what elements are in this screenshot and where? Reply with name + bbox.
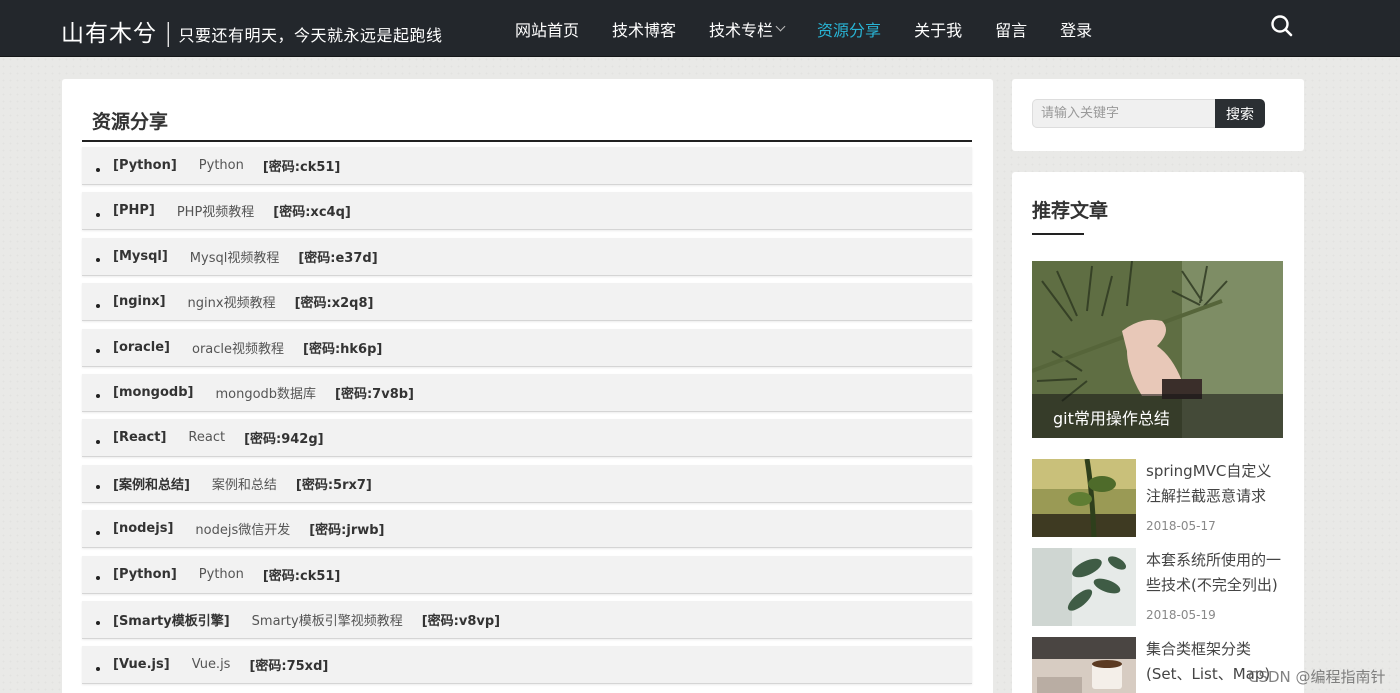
- resource-item[interactable]: [oracle] oracle视频教程 [密码:hk6p]: [82, 328, 972, 367]
- recommended-item[interactable]: 本套系统所使用的一些技术(不完全列出) 2018-05-19: [1032, 548, 1292, 628]
- chevron-down-icon: [775, 21, 786, 32]
- bullet-icon: [96, 621, 100, 626]
- recommended-title: 推荐文章: [1032, 200, 1109, 222]
- site-name: 山有木兮: [61, 21, 157, 47]
- nav-item-home[interactable]: 网站首页: [515, 17, 579, 41]
- article-thumbnail: [1032, 548, 1136, 626]
- resources-panel: 资源分享 [Python] Python [密码:ck51] [PHP] PHP视频教…: [62, 79, 993, 693]
- resource-item[interactable]: [mongodb] mongodb数据库 [密码:7v8b]: [82, 373, 972, 412]
- nav-item-about[interactable]: 关于我: [914, 17, 962, 41]
- recommended-articles-card: 推荐文章 git常用操作总结 springMVC自定义注解拦截恶意请求 2018…: [1012, 172, 1304, 693]
- article-date: 2018-05-19: [1146, 608, 1216, 622]
- resource-list: [Python] Python [密码:ck51] [PHP] PHP视频教程 [密码:…: [82, 147, 972, 692]
- nav-item-message[interactable]: 留言: [995, 17, 1027, 41]
- resource-item[interactable]: [Smarty模板引擎] Smarty模板引擎视频教程 [密码:v8vp]: [82, 600, 972, 639]
- resource-item[interactable]: [nodejs] nodejs微信开发 [密码:jrwb]: [82, 510, 972, 549]
- resource-item[interactable]: [Vue.js] Vue.js [密码:75xd]: [82, 646, 972, 685]
- resource-item[interactable]: [nginx] nginx视频教程 [密码:x2q8]: [82, 283, 972, 322]
- resource-item[interactable]: [Mysql] Mysql视频教程 [密码:e37d]: [82, 237, 972, 276]
- title-divider: [82, 140, 972, 142]
- main-nav: 网站首页 技术博客 技术专栏 资源分享 关于我 留言 登录: [515, 0, 1125, 57]
- featured-caption: git常用操作总结: [1032, 394, 1283, 438]
- title-underline: [1032, 233, 1084, 235]
- bullet-icon: [96, 576, 100, 581]
- bullet-icon: [96, 394, 100, 399]
- bullet-icon: [96, 303, 100, 308]
- sidebar-search-card: 搜索: [1012, 79, 1304, 151]
- bullet-icon: [96, 212, 100, 217]
- article-thumbnail: [1032, 459, 1136, 537]
- bullet-icon: [96, 485, 100, 490]
- search-icon[interactable]: [1270, 14, 1294, 38]
- bullet-icon: [96, 530, 100, 535]
- top-navbar: 山有木兮 | 只要还有明天，今天就永远是起跑线 网站首页 技术博客 技术专栏 资…: [0, 0, 1400, 57]
- article-date: 2018-05-17: [1146, 519, 1216, 533]
- resource-item[interactable]: [案例和总结] 案例和总结 [密码:5rx7]: [82, 464, 972, 503]
- nav-item-resources[interactable]: 资源分享: [817, 17, 881, 41]
- page-title: 资源分享: [92, 111, 169, 133]
- article-title[interactable]: springMVC自定义注解拦截恶意请求: [1146, 459, 1282, 509]
- watermark: CSDN @编程指南针: [1248, 668, 1386, 686]
- bullet-icon: [96, 167, 100, 172]
- nav-item-columns[interactable]: 技术专栏: [709, 17, 786, 41]
- site-slogan: 只要还有明天，今天就永远是起跑线: [178, 26, 443, 45]
- article-title[interactable]: 本套系统所使用的一些技术(不完全列出): [1146, 548, 1282, 598]
- resource-item[interactable]: [React] React [密码:942g]: [82, 419, 972, 458]
- brand-separator: |: [164, 18, 173, 47]
- resource-item[interactable]: [PHP] PHP视频教程 [密码:xc4q]: [82, 192, 972, 231]
- nav-item-blog[interactable]: 技术博客: [612, 17, 676, 41]
- bullet-icon: [96, 439, 100, 444]
- bullet-icon: [96, 666, 100, 671]
- nav-item-login[interactable]: 登录: [1060, 17, 1092, 41]
- resource-item[interactable]: [Python] Python [密码:ck51]: [82, 147, 972, 185]
- search-input[interactable]: [1032, 99, 1216, 128]
- featured-article[interactable]: git常用操作总结: [1032, 261, 1283, 438]
- search-button[interactable]: 搜索: [1215, 99, 1265, 128]
- recommended-item[interactable]: springMVC自定义注解拦截恶意请求 2018-05-17: [1032, 459, 1292, 539]
- bullet-icon: [96, 258, 100, 263]
- bullet-icon: [96, 349, 100, 354]
- site-brand[interactable]: 山有木兮 | 只要还有明天，今天就永远是起跑线: [61, 14, 442, 48]
- article-thumbnail: [1032, 637, 1136, 693]
- resource-item[interactable]: [Python] Python [密码:ck51]: [82, 555, 972, 594]
